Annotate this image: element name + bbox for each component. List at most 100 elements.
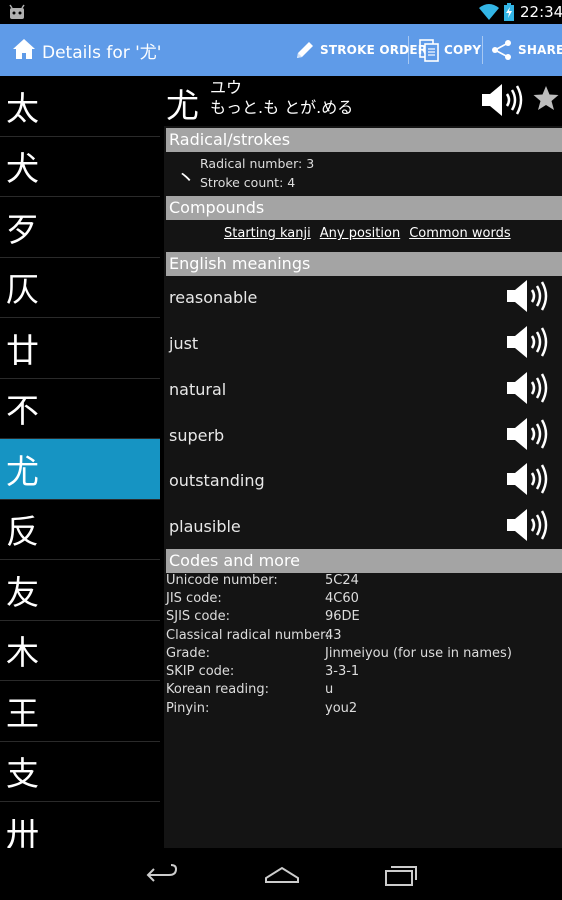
section-header-meanings: English meanings [166,252,562,276]
radical-character: 丶 [176,166,196,190]
code-value: 43 [325,628,342,643]
code-value: 4C60 [325,591,359,606]
compound-links: Starting kanji Any position Common words [224,226,511,241]
speaker-icon[interactable] [505,507,549,543]
kanji-character: 尤 [166,86,199,125]
radical-number-value: 3 [306,156,315,171]
meaning-row: just [169,320,559,366]
list-item[interactable]: 王 [0,681,160,742]
list-item[interactable]: 犬 [0,137,160,197]
speaker-icon[interactable] [505,416,549,452]
navigation-bar [0,848,562,900]
list-item[interactable]: 支 [0,742,160,802]
code-row: Korean reading: u [166,682,562,700]
home-nav-icon[interactable] [264,866,300,884]
common-words-link[interactable]: Common words [409,226,510,241]
meaning-text: natural [169,379,227,399]
code-value: 96DE [325,609,360,624]
speaker-icon[interactable] [505,324,549,360]
section-header-radical: Radical/strokes [166,128,562,152]
speaker-icon[interactable] [505,461,549,497]
section-header-compounds: Compounds [166,196,562,220]
code-value: 3-3-1 [325,664,360,679]
android-notification-icon [9,4,25,19]
meaning-text: plausible [169,516,241,536]
divider [482,36,483,64]
recent-apps-icon[interactable] [384,863,418,887]
meaning-text: reasonable [169,287,258,307]
meaning-row: reasonable [169,274,559,320]
copy-label: COPY [444,43,482,57]
code-row: Classical radical number: 43 [166,628,562,646]
meaning-row: outstanding [169,457,559,503]
kanji-list[interactable]: 太 犬 歹 仄 廿 不 尤 反 友 木 王 支 卅 [0,76,160,848]
pencil-icon [297,42,313,58]
any-position-link[interactable]: Any position [320,226,400,241]
copy-button[interactable]: COPY [418,24,481,76]
clock: 22:34 [520,3,562,21]
list-item[interactable]: 友 [0,560,160,621]
battery-icon [504,3,514,21]
code-label: Unicode number: [166,573,278,588]
star-icon[interactable] [533,85,559,111]
meaning-text: just [169,333,199,353]
share-button[interactable]: SHARE [490,24,562,76]
status-bar: 22:34 [0,0,562,24]
code-value: u [325,682,334,697]
list-item[interactable]: 木 [0,621,160,681]
speaker-icon[interactable] [505,278,549,314]
code-label: SKIP code: [166,664,235,679]
code-row: JIS code: 4C60 [166,591,562,609]
share-label: SHARE [518,43,562,57]
action-bar: Details for '尤' STROKE ORDER COPY SHARE [0,24,562,76]
list-item[interactable]: 仄 [0,258,160,318]
readings: ユウ もっと.も とが.める [210,78,353,118]
meaning-text: outstanding [169,470,265,490]
section-header-codes: Codes and more [166,549,562,573]
list-item[interactable]: 歹 [0,197,160,258]
code-value: 5C24 [325,573,359,588]
code-row: SJIS code: 96DE [166,609,562,627]
details-panel: 尤 ユウ もっと.も とが.める Radical/strokes 丶 Radic… [164,76,562,848]
list-item[interactable]: 太 [0,76,160,137]
code-row: Pinyin: you2 [166,701,562,719]
kun-reading: もっと.も とが.める [210,98,354,117]
list-item[interactable]: 廿 [0,318,160,379]
meaning-row: natural [169,366,559,412]
code-label: Pinyin: [166,701,210,716]
list-item[interactable]: 卅 [0,802,160,848]
code-row: Grade: Jinmeiyou (for use in names) [166,646,562,664]
divider [408,36,409,64]
code-row: SKIP code: 3-3-1 [166,664,562,682]
stroke-count-label: Stroke count: [200,175,284,190]
radical-number-row: Radical number: 3 [200,156,314,171]
list-item-selected[interactable]: 尤 [0,439,160,500]
code-label: Korean reading: [166,682,269,697]
meaning-row: superb [169,412,559,458]
speaker-icon[interactable] [480,82,524,118]
on-reading: ユウ [210,78,243,97]
kanji-header: 尤 ユウ もっと.も とが.める [164,76,562,126]
copy-icon [419,39,439,62]
stroke-count-row: Stroke count: 4 [200,175,295,190]
stroke-order-label: STROKE ORDER [320,43,428,57]
code-label: JIS code: [166,591,222,606]
page-title: Details for '尤' [42,43,162,63]
radical-number-label: Radical number: [200,156,303,171]
code-value: Jinmeiyou (for use in names) [325,646,512,661]
code-label: Classical radical number: [166,628,330,643]
meaning-row: plausible [169,503,559,549]
code-label: SJIS code: [166,609,231,624]
stroke-count-value: 4 [287,175,296,190]
home-icon[interactable] [12,38,36,60]
meaning-text: superb [169,425,225,445]
code-label: Grade: [166,646,211,661]
speaker-icon[interactable] [505,370,549,406]
list-item[interactable]: 反 [0,500,160,560]
code-value: you2 [325,701,358,716]
list-item[interactable]: 不 [0,379,160,439]
code-row: Unicode number: 5C24 [166,573,562,591]
starting-kanji-link[interactable]: Starting kanji [224,226,311,241]
back-icon[interactable] [145,864,179,886]
wifi-icon [479,4,499,20]
